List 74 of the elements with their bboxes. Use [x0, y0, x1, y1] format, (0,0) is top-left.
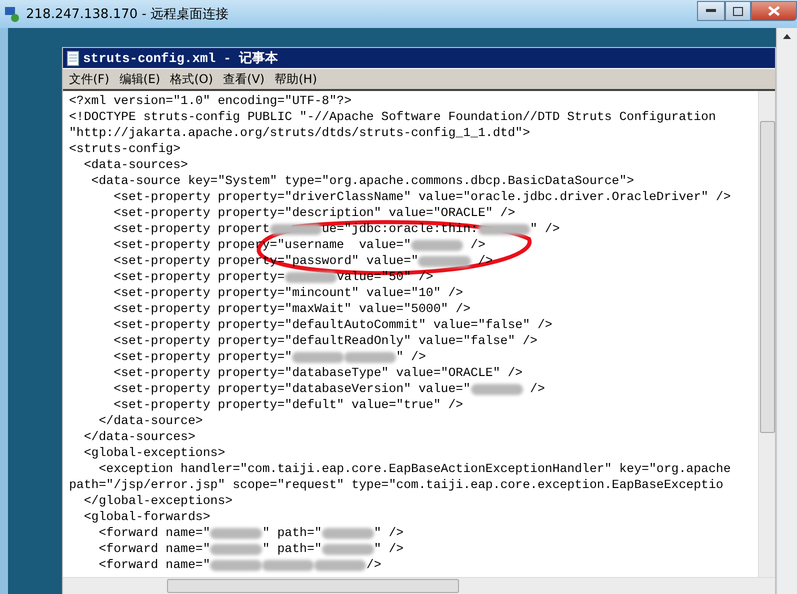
code-text: <set-property property="defult" value="true" /> [112, 397, 464, 413]
code-text: <set-property property="defaultAutoCommit" value="false" /> [112, 317, 552, 333]
minimize-button[interactable] [697, 1, 725, 21]
maximize-icon [733, 6, 743, 16]
code-text: </data-sources> [82, 429, 196, 445]
notepad-title: struts-config.xml - 记事本 [83, 50, 278, 67]
notepad-icon [67, 50, 79, 66]
menu-item[interactable]: 格式(O) [170, 70, 214, 88]
redaction-smudge [418, 256, 471, 266]
redaction-smudge [292, 352, 344, 362]
code-text: <set-property propert [112, 221, 270, 237]
code-text: /> [529, 381, 545, 397]
code-text: <forward name=" [98, 525, 210, 541]
code-text: <set-property property= [112, 269, 285, 285]
redaction-smudge [284, 272, 337, 282]
vertical-scrollbar[interactable] [758, 91, 775, 577]
close-icon [768, 6, 780, 16]
redaction-smudge [322, 528, 374, 538]
close-button[interactable] [751, 1, 797, 21]
menu-item[interactable]: 文件(F) [69, 70, 110, 88]
redaction-smudge [478, 224, 530, 234]
code-text: <set-property property="databaseType" value="ORACLE" /> [112, 365, 523, 381]
code-text: <set-property property="databaseVersion" value=" [112, 381, 471, 397]
code-text: /> [470, 237, 486, 253]
maximize-button[interactable] [725, 1, 751, 21]
code-text: <set-property property="driverClassName" value="oracle.jdbc.driver.OracleDriver" /> [112, 189, 731, 205]
redaction-smudge [210, 560, 262, 570]
minimize-icon [706, 9, 716, 13]
code-text: /> [366, 557, 382, 573]
code-text: value="50" /> [336, 269, 434, 285]
code-text: <?xml version="1.0" encoding="UTF-8"?> [69, 93, 352, 109]
horizontal-scrollbar[interactable] [63, 577, 775, 594]
redaction-smudge [270, 224, 322, 234]
code-text: </data-source> [98, 413, 203, 429]
code-text: ue="jdbc:oracle:thin: [322, 221, 478, 237]
code-text: <forward name=" [98, 557, 210, 573]
code-text: <set-property property="maxWait" value="5000" /> [112, 301, 471, 317]
redaction-smudge [210, 528, 262, 538]
code-text: y="username value=" [262, 237, 412, 253]
code-text: <forward name=" [98, 541, 210, 557]
code-text: " path=" [262, 541, 322, 557]
redaction-smudge [344, 352, 396, 362]
redaction-smudge [262, 560, 314, 570]
code-text: <data-source key="System" type="org.apache.commons.dbcp.BasicDataSource"> [90, 173, 634, 189]
code-text: " /> [374, 525, 404, 541]
menu-item[interactable]: 查看(V) [223, 70, 265, 88]
code-text: path="/jsp/error.jsp" scope="request" type="com.taiji.eap.core.exception.EapBaseExceptio [69, 477, 724, 493]
code-text: <set-property property=" [112, 349, 292, 365]
redaction-smudge [411, 240, 464, 250]
code-text: <set-property property="description" value="ORACLE" /> [112, 205, 516, 221]
code-text: " path=" [262, 525, 322, 541]
code-text: <struts-config> [69, 141, 181, 157]
code-text: <global-forwards> [82, 509, 210, 525]
code-text: " /> [374, 541, 404, 557]
window-scrollbar[interactable] [776, 28, 797, 594]
code-text: <set-property property="mincount" value="10" /> [112, 285, 464, 301]
code-text: <set-property property="defaultReadOnly" value="false" /> [112, 333, 538, 349]
code-text: <global-exceptions> [82, 445, 226, 461]
redaction-smudge [470, 384, 523, 394]
redaction-smudge [210, 544, 262, 554]
menu-item[interactable]: 帮助(H) [274, 70, 317, 88]
window-title: 218.247.138.170 - 远程桌面连接 [26, 6, 230, 23]
redaction-smudge [314, 560, 366, 570]
menu-item[interactable]: 编辑(E) [119, 70, 160, 88]
code-text: " /> [530, 221, 560, 237]
scroll-up-icon [783, 34, 791, 39]
remote-desktop-icon [4, 6, 20, 22]
code-text: <exception handler="com.taiji.eap.core.EapBaseActionExceptionHandler" key="org.apache [98, 461, 731, 477]
code-text: " /> [396, 349, 426, 365]
code-text: <data-sources> [82, 157, 188, 173]
code-text: <!DOCTYPE struts-config PUBLIC "-//Apache Software Foundation//DTD Struts Configuration [69, 109, 716, 125]
code-text: "http://jakarta.apache.org/struts/dtds/struts-config_1_1.dtd"> [69, 125, 530, 141]
redaction-smudge [322, 544, 374, 554]
code-text: </global-exceptions> [82, 493, 233, 509]
